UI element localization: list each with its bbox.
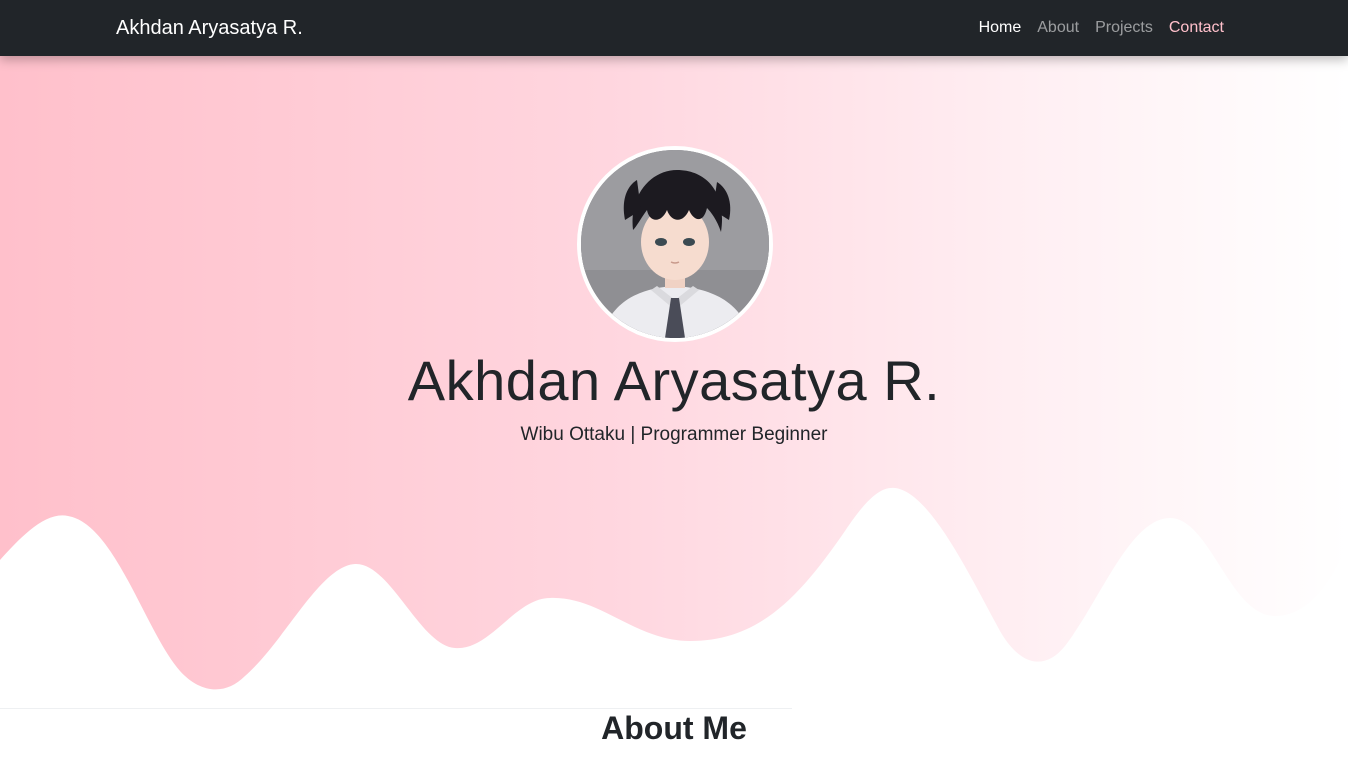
nav-link-contact[interactable]: Contact — [1169, 19, 1224, 37]
hero-subtitle: Wibu Ottaku | Programmer Beginner — [520, 424, 828, 445]
hero-title: Akhdan Aryasatya R. — [407, 349, 941, 412]
nav-link-projects[interactable]: Projects — [1095, 19, 1153, 37]
navbar-brand[interactable]: Akhdan Aryasatya R. — [116, 0, 303, 56]
navbar: Akhdan Aryasatya R. Home About Projects … — [0, 0, 1348, 56]
profile-photo-icon — [581, 150, 769, 338]
section-divider — [0, 708, 792, 709]
nav-links: Home About Projects Contact — [979, 0, 1224, 56]
about-heading: About Me — [601, 710, 747, 746]
hero-section: Akhdan Aryasatya R. Wibu Ottaku | Progra… — [0, 56, 1348, 708]
nav-link-home[interactable]: Home — [979, 19, 1022, 37]
nav-link-about[interactable]: About — [1037, 19, 1079, 37]
profile-avatar — [577, 146, 773, 342]
